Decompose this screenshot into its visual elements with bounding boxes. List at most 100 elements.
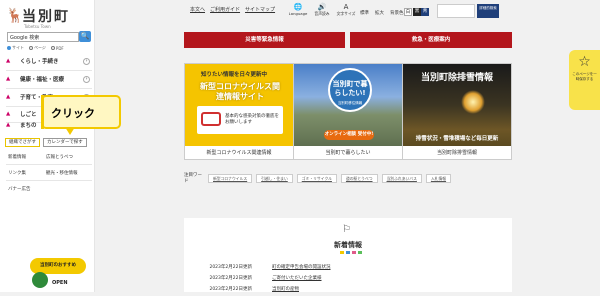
divider (6, 164, 92, 165)
radio-off-icon (29, 46, 33, 50)
radio-on-icon (7, 46, 11, 50)
speech-button[interactable]: 🔊 音声読み (312, 3, 332, 17)
news-date: 2023年2月22日更新 (209, 287, 252, 292)
deer-icon: 🦌 (6, 8, 24, 24)
sidebar-item-label: まちの (20, 123, 37, 129)
featured-words: 注目ワード 新型コロナウイルス 引越し・住まい ゴミ・リサイクル 道の駅とうべつ… (184, 172, 452, 184)
sidebar-item-living[interactable]: ▲ くらし・手続き › (6, 53, 92, 69)
language-button[interactable]: 🌐 Language (288, 3, 308, 16)
open-label: OPEN (52, 280, 68, 286)
callout-text: クリック (51, 107, 95, 120)
covid-title: 新型コロナウイルス関連情報サイト (200, 82, 280, 101)
news-link[interactable]: 町の確定申告会場の開設状況 (272, 264, 331, 270)
featured-words-label: 注目ワード (184, 173, 202, 184)
accent-dot (358, 251, 362, 254)
snow-title: 当別町除排雪情報 (420, 73, 493, 83)
tag-bidding[interactable]: 入札情報 (425, 173, 452, 183)
advanced-search-button[interactable]: 詳細的検索 (477, 4, 499, 18)
callout-accent (41, 95, 44, 129)
emergency-info-button[interactable]: 災害等緊急情報 (184, 32, 345, 48)
sidebar-item-health[interactable]: ▲ 健康・福祉・医療 › (6, 71, 92, 87)
card-migration[interactable]: 当別町で暮らしたい! 当別町移住情報 オンライン相談 受付中! 当別町で暮らした… (293, 63, 403, 160)
search-scope: サイト ページ PDF (7, 45, 64, 51)
news-row: 2023年2月22日更新 町の確定申告会場の開設状況 (184, 264, 512, 274)
font-large-button[interactable]: 拡大 (375, 10, 384, 16)
deer-icon: ▲ (6, 58, 11, 64)
news-row: 2023年2月22日更新 当別町の産物 (184, 286, 512, 296)
recommend-banner[interactable]: 当別町のおすすめ OPEN (30, 258, 86, 292)
scope-page[interactable]: ページ (29, 45, 46, 51)
save-page-label: このページを一時保存する (572, 72, 597, 81)
divider (6, 180, 92, 181)
logo-text: 当別町 (22, 9, 70, 25)
bg-black-button[interactable]: 黒 (413, 8, 421, 16)
deer-icon: ▲ (6, 76, 11, 82)
search-button[interactable]: 🔍 (79, 31, 91, 42)
covid-panel: 基本的な感染対策の徹底をお願いします (197, 106, 283, 134)
chevron-right-icon: › (83, 57, 90, 65)
covid-panel-text: 基本的な感染対策の徹底をお願いします (225, 114, 279, 125)
save-page-button[interactable]: ☆ このページを一時保存する (569, 50, 600, 110)
font-standard-button[interactable]: 標準 (360, 10, 369, 16)
bg-white-button[interactable]: 白 (404, 8, 412, 16)
mascot-image (32, 272, 48, 288)
news-title-accent (340, 251, 362, 254)
site-logo[interactable]: 🦌 当別町 Tobetsu Town (6, 4, 76, 30)
sitemap-link[interactable]: サイトマップ (245, 6, 275, 13)
card-caption: 当別町で暮らしたい (325, 150, 371, 156)
mask-icon (201, 112, 221, 126)
accent-dot (340, 251, 344, 254)
search-input[interactable]: Google 検索 (7, 32, 79, 42)
utility-nav: 本文へ ご利用ガイド サイトマップ (190, 6, 275, 13)
news-section: ⚐ 新着情報 2023年2月22日更新 町の確定申告会場の開設状況 2023年2… (184, 218, 512, 292)
tag-moving[interactable]: 引越し・住まい (256, 173, 293, 183)
header-search-input[interactable] (437, 4, 475, 18)
tag-covid[interactable]: 新型コロナウイルス (208, 173, 253, 183)
search-icon: 🔍 (80, 32, 90, 40)
link-links[interactable]: リンク集 (8, 170, 26, 176)
deer-icon: ▲ (6, 94, 11, 100)
callout-pointer (65, 127, 75, 135)
migration-banner: 当別町で暮らしたい! 当別町移住情報 オンライン相談 受付中! (294, 64, 402, 146)
online-consult-badge: オンライン相談 受付中! (324, 130, 374, 140)
sidebar: 🦌 当別町 Tobetsu Town Google 検索 🔍 サイト ページ P… (0, 0, 95, 292)
search-buttons: 組織でさがす カレンダーで探す (5, 138, 87, 147)
text-size-icon: A (343, 3, 349, 11)
click-callout: クリック (41, 95, 121, 135)
medical-info-button[interactable]: 救急・医療案内 (350, 32, 512, 48)
chevron-right-icon: › (83, 75, 90, 83)
card-covid[interactable]: 知りたい情報を日々更新中 新型コロナウイルス関連情報サイト 基本的な感染対策の徹… (184, 63, 294, 160)
link-tourism[interactable]: 観光・移住情報 (46, 170, 78, 176)
scope-pdf[interactable]: PDF (50, 45, 64, 51)
news-title: 新着情報 (334, 241, 362, 249)
accent-dot (352, 251, 356, 254)
link-koho[interactable]: 広報とうべつ (46, 154, 73, 160)
covid-banner: 知りたい情報を日々更新中 新型コロナウイルス関連情報サイト 基本的な感染対策の徹… (185, 64, 293, 146)
scope-site[interactable]: サイト (7, 45, 24, 51)
news-date: 2023年2月22日更新 (209, 276, 252, 281)
usage-guide-link[interactable]: ご利用ガイド (210, 6, 240, 13)
news-link[interactable]: 当別町の産物 (272, 286, 299, 292)
tag-roadside-station[interactable]: 道の駅とうべつ (340, 173, 378, 183)
bg-color-label: 背景色 (390, 11, 404, 16)
calendar-search-button[interactable]: カレンダーで探す (43, 138, 87, 147)
bg-blue-button[interactable]: 青 (421, 8, 429, 16)
snow-subtitle: 排雪状況・雪堆積場など毎日更新 (415, 136, 499, 142)
link-banner-ads[interactable]: バナー広告 (8, 186, 31, 192)
skip-to-content-link[interactable]: 本文へ (190, 6, 205, 13)
flag-icon: ⚐ (342, 224, 351, 235)
star-icon: ☆ (578, 54, 591, 70)
link-news[interactable]: 新着情報 (8, 154, 26, 160)
card-caption: 新型コロナウイルス関連情報 (206, 150, 272, 156)
news-date: 2023年2月22日更新 (209, 265, 252, 270)
tag-bus[interactable]: 当別ふれあいバス (381, 173, 422, 183)
card-snow[interactable]: 当別町除排雪情報 排雪状況・雪堆積場など毎日更新 当別町除排雪情報 (402, 63, 512, 160)
news-link[interactable]: ご寄付いただいた企業様 (272, 275, 322, 281)
tag-garbage[interactable]: ゴミ・リサイクル (296, 173, 337, 183)
sidebar-item-label: くらし・手続き (20, 59, 59, 65)
covid-top-text: 知りたい情報を日々更新中 (201, 72, 268, 78)
radio-off-icon (50, 46, 55, 50)
font-size-label: A 文字サイズ (336, 3, 356, 16)
speaker-icon: 🔊 (317, 3, 327, 11)
purpose-search-button[interactable]: 組織でさがす (5, 138, 40, 147)
